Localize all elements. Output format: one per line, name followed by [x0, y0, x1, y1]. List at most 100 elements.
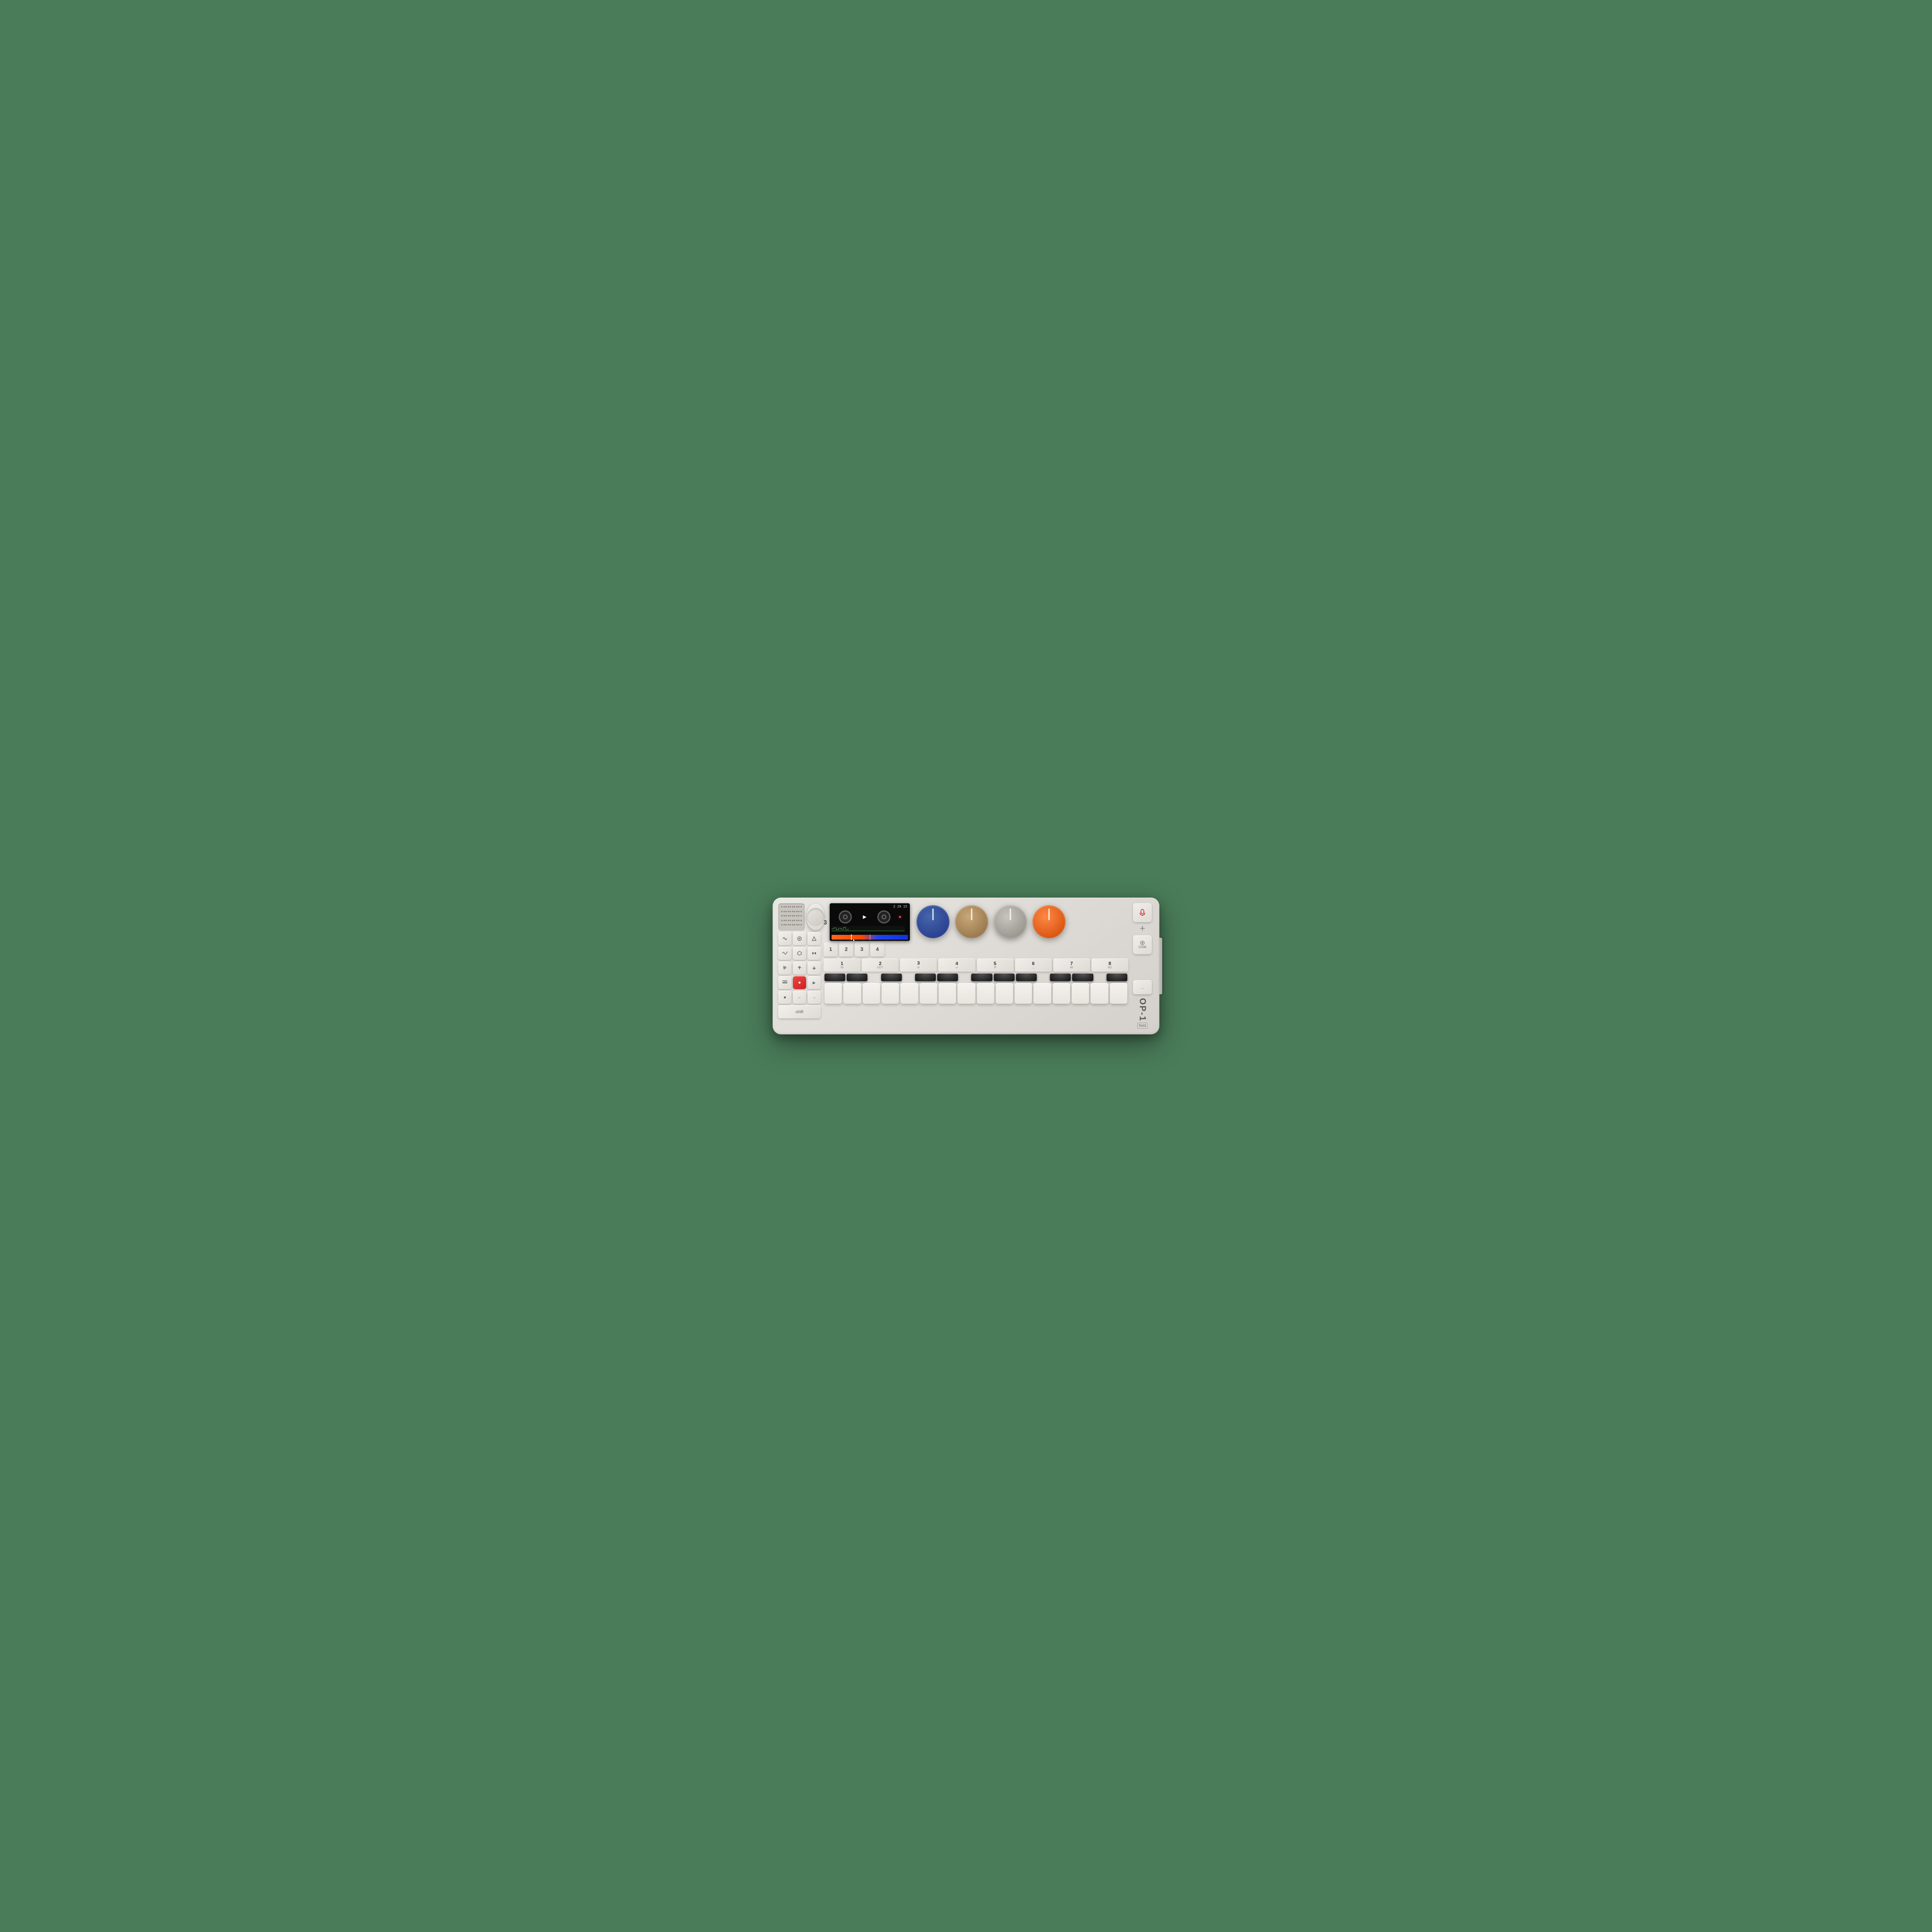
channel-btn-6[interactable]: 6 ....: [1015, 958, 1052, 972]
speaker-dot: [781, 920, 783, 921]
channel-btn-3[interactable]: 3 ⟳: [900, 958, 937, 972]
black-key-8[interactable]: [1016, 974, 1037, 981]
channel-btn-5[interactable]: 5 Я: [977, 958, 1014, 972]
screen-block: 3 2 29 15: [824, 903, 910, 957]
white-key-16[interactable]: [1110, 983, 1127, 1004]
speaker-dot: [790, 924, 791, 925]
white-key-8[interactable]: [958, 983, 975, 1004]
func-btn-8[interactable]: [793, 961, 806, 974]
com-button[interactable]: COM: [1133, 935, 1152, 954]
brand-area: OP-1 field: [1137, 998, 1148, 1029]
knob-orange[interactable]: [1033, 905, 1066, 938]
black-key-2[interactable]: [847, 974, 867, 981]
black-key-9[interactable]: [1050, 974, 1071, 981]
ch1-num: 1: [841, 961, 843, 966]
content-area: ● ▶ ■ ← →: [778, 903, 1154, 1029]
shift-button[interactable]: shift: [778, 1005, 821, 1018]
stop-button[interactable]: ■: [778, 991, 791, 1004]
ch3-sub: ⟳: [917, 966, 920, 969]
func-btn-7[interactable]: [778, 961, 791, 974]
knob-tan[interactable]: [955, 905, 988, 938]
speaker-dot: [783, 915, 785, 916]
func-btn-2[interactable]: [793, 932, 806, 945]
black-key-6[interactable]: [971, 974, 992, 981]
ch7-num: 7: [1070, 961, 1073, 966]
speaker-dot: [800, 920, 802, 921]
ch5-num: 5: [994, 961, 997, 966]
jack-inner-right: [882, 915, 886, 919]
func-btn-10[interactable]: [778, 976, 791, 989]
channel-btn-2[interactable]: 2 OUT: [862, 958, 899, 972]
knob-blue[interactable]: [916, 905, 949, 938]
ch6-sub: ....: [1032, 966, 1035, 969]
speaker-dot: [792, 920, 793, 921]
ch3-num: 3: [917, 961, 920, 966]
white-key-12[interactable]: [1033, 983, 1051, 1004]
jack-right: [877, 910, 891, 924]
left-button[interactable]: ←: [793, 991, 806, 1004]
led-indicator: [899, 916, 901, 918]
num-button-2[interactable]: 2: [839, 942, 853, 957]
func-btn-5[interactable]: [793, 947, 806, 960]
ch2-num: 2: [879, 961, 882, 966]
screen-header: 2 29 15: [830, 903, 910, 908]
black-key-1[interactable]: [824, 974, 845, 981]
record-button[interactable]: ●: [793, 976, 806, 989]
black-key-10[interactable]: [1072, 974, 1093, 981]
speaker-dot: [781, 906, 783, 908]
display-screen: 2 29 15 ▶: [830, 903, 910, 941]
white-key-7[interactable]: [939, 983, 956, 1004]
play-button[interactable]: ▶: [808, 976, 821, 989]
channel-btn-7[interactable]: 7 MI: [1053, 958, 1090, 972]
white-key-13[interactable]: [1053, 983, 1070, 1004]
speaker-dot: [792, 915, 793, 916]
black-key-11[interactable]: [1107, 974, 1127, 981]
white-key-6[interactable]: [920, 983, 937, 1004]
mic-icon: [1139, 909, 1146, 916]
func-row-5: ■ ← →: [778, 991, 821, 1004]
white-key-5[interactable]: [900, 983, 918, 1004]
ch2-sub: OUT: [877, 966, 883, 969]
num-button-1[interactable]: 1: [824, 942, 838, 957]
speaker-dot: [785, 915, 787, 916]
num-button-4[interactable]: 4: [870, 942, 884, 957]
func-btn-4[interactable]: [778, 947, 791, 960]
channel-btn-1[interactable]: 1 IN: [824, 958, 860, 972]
right-button[interactable]: →: [808, 991, 821, 1004]
ch7-sub: MI: [1070, 966, 1073, 969]
black-key-5[interactable]: [937, 974, 958, 981]
speaker-dot: [783, 906, 785, 908]
white-keys-row: [824, 983, 1128, 1004]
speaker-dot: [794, 924, 795, 925]
op1-label: OP-1: [1138, 998, 1148, 1022]
white-key-15[interactable]: [1091, 983, 1108, 1004]
mic-button[interactable]: [1133, 903, 1152, 922]
black-key-7[interactable]: [994, 974, 1015, 981]
white-key-4[interactable]: [882, 983, 899, 1004]
channel-btn-4[interactable]: 4 ∞: [938, 958, 975, 972]
func-btn-3[interactable]: [808, 932, 821, 945]
white-key-9[interactable]: [977, 983, 994, 1004]
speaker-dot: [800, 924, 802, 925]
op1-device: ● ▶ ■ ← →: [773, 898, 1159, 1034]
num-button-3[interactable]: 3: [855, 942, 869, 957]
screen-content: 2 29 15 ▶: [830, 903, 910, 941]
white-key-14[interactable]: [1072, 983, 1089, 1004]
encoder-knob[interactable]: [807, 904, 824, 930]
speaker-dot: [798, 906, 799, 908]
func-btn-1[interactable]: [778, 932, 791, 945]
func-btn-6[interactable]: [808, 947, 821, 960]
white-key-3[interactable]: [863, 983, 880, 1004]
knob-group-4: [1033, 905, 1066, 938]
white-key-10[interactable]: [996, 983, 1013, 1004]
white-key-11[interactable]: [1015, 983, 1032, 1004]
black-key-4[interactable]: [915, 974, 936, 981]
white-key-2[interactable]: [843, 983, 861, 1004]
knob-gray[interactable]: [994, 905, 1027, 938]
more-button[interactable]: ...: [1133, 980, 1152, 994]
more-icon: ...: [1141, 985, 1144, 990]
channel-btn-8[interactable]: 8 M2: [1091, 958, 1128, 972]
func-btn-9[interactable]: [808, 961, 821, 974]
white-key-1[interactable]: [824, 983, 842, 1004]
black-key-3[interactable]: [881, 974, 902, 981]
